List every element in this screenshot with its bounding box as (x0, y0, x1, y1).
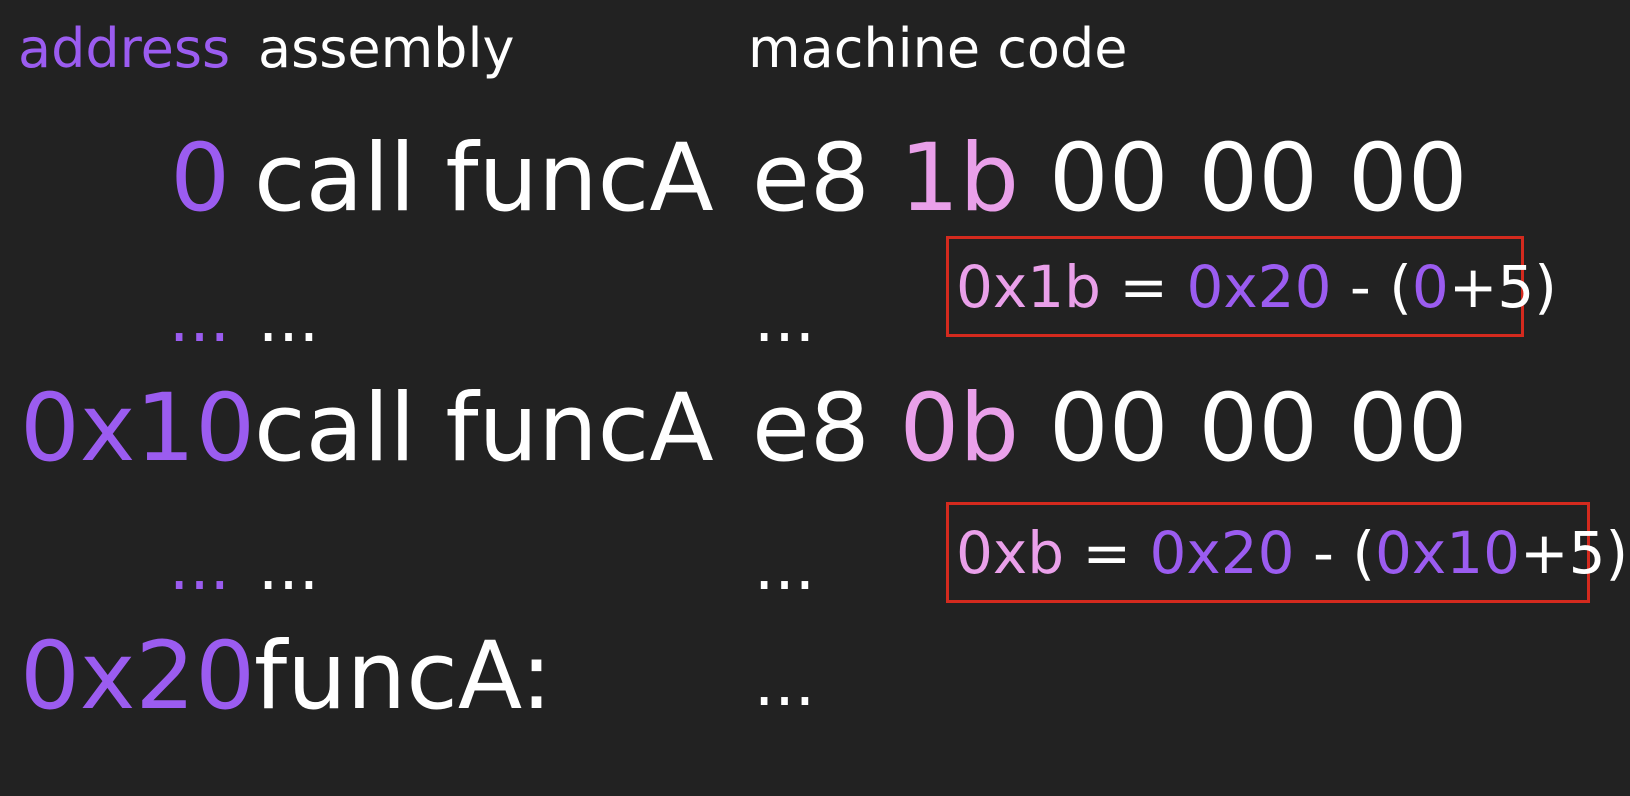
formula-1-result: 0x1b (956, 253, 1101, 321)
formula-1-address: 0 (1411, 253, 1449, 321)
formula-2-plus: +5) (1520, 519, 1629, 587)
header-machine-code: machine code (748, 17, 1128, 80)
formula-2: 0xb = 0x20 - (0x10+5) (956, 524, 1628, 582)
row-3-address: 0x10 (20, 374, 256, 483)
row-2-assembly: ... (258, 283, 320, 357)
formula-1-minus: - ( (1331, 253, 1412, 321)
row-3-machine-code: e8 0b 00 00 00 (752, 382, 1468, 476)
formula-2-target: 0x20 (1149, 519, 1295, 587)
slide: address assembly machine code 0 call fun… (0, 0, 1630, 796)
formula-2-minus: - ( (1294, 519, 1375, 587)
row-1-machine-code: e8 1b 00 00 00 (752, 132, 1468, 226)
formula-1: 0x1b = 0x20 - (0+5) (956, 258, 1557, 316)
row-4-address: ... (168, 531, 230, 605)
row-5-machine-code: ... (754, 647, 816, 721)
row-4-machine-code: ... (754, 531, 816, 605)
row-1-address: 0 (170, 124, 230, 233)
row-3-rest: 00 00 00 (1048, 374, 1468, 483)
formula-2-address: 0x10 (1375, 519, 1521, 587)
row-5-assembly: funcA: (254, 622, 553, 731)
row-2-machine-code: ... (754, 283, 816, 357)
formula-2-result: 0xb (956, 519, 1065, 587)
row-1-rest: 00 00 00 (1048, 124, 1468, 233)
row-3-opcode: e8 (752, 374, 870, 483)
formula-2-equals: = (1064, 519, 1150, 587)
row-1-assembly: call funcA (254, 124, 714, 233)
header-assembly: assembly (258, 17, 515, 80)
header-address: address (18, 17, 231, 80)
formula-1-target: 0x20 (1186, 253, 1332, 321)
row-4-assembly: ... (258, 531, 320, 605)
row-1-opcode: e8 (752, 124, 870, 233)
formula-1-plus: +5) (1448, 253, 1557, 321)
row-3-assembly: call funcA (254, 374, 714, 483)
row-2-address: ... (168, 283, 230, 357)
row-3-offset: 0b (899, 374, 1020, 483)
row-5-address: 0x20 (20, 622, 256, 731)
formula-1-equals: = (1100, 253, 1187, 321)
row-1-offset: 1b (899, 124, 1020, 233)
